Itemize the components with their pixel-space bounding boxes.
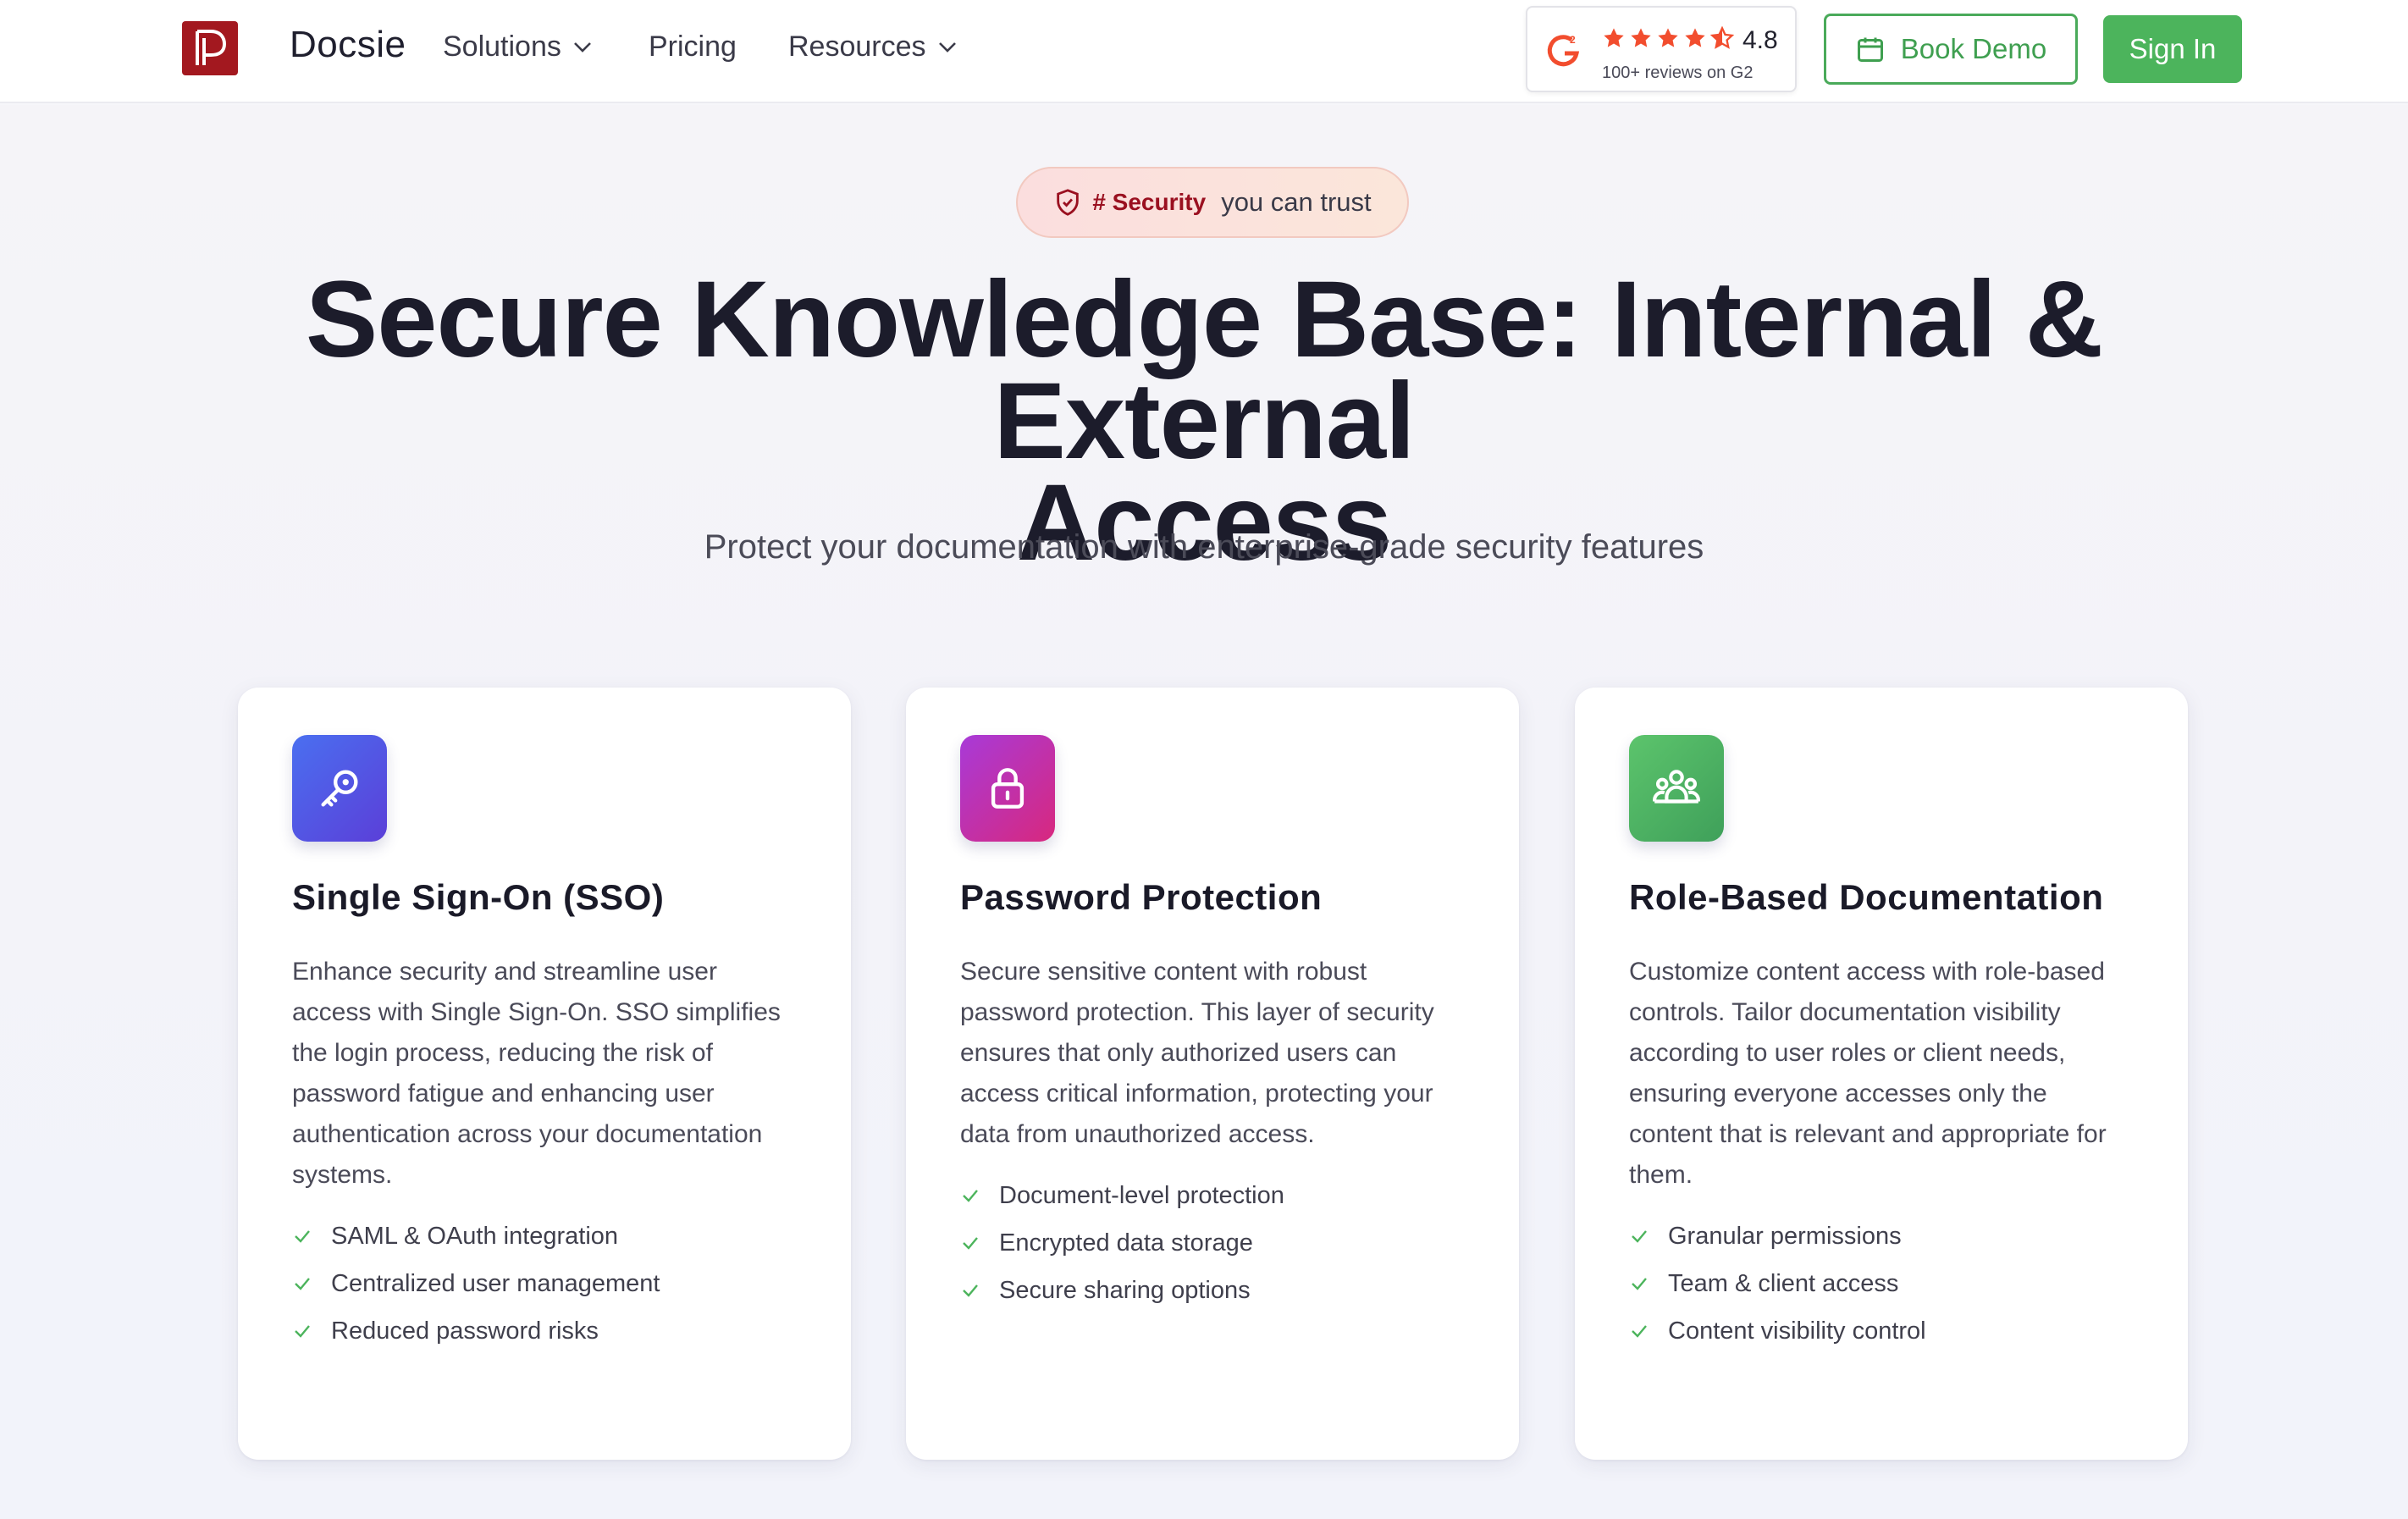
- key-icon: [321, 770, 358, 807]
- nav-pricing-label: Pricing: [649, 30, 737, 63]
- list-item: Encrypted data storage: [960, 1219, 1284, 1267]
- lock-icon: [991, 768, 1025, 809]
- feature-label: Document-level protection: [999, 1181, 1284, 1209]
- feature-list: SAML & OAuth integration Centralized use…: [292, 1212, 660, 1355]
- g2-score: 4.8: [1742, 26, 1778, 54]
- star-half-icon: [1710, 26, 1734, 49]
- shield-check-icon: [1057, 189, 1080, 216]
- g2-reviews: 100+ reviews on G2: [1602, 64, 1754, 82]
- list-item: Team & client access: [1629, 1260, 1926, 1307]
- card-title: Password Protection: [960, 877, 1323, 917]
- lock-icon-tile: [960, 735, 1055, 842]
- check-icon: [295, 1278, 310, 1290]
- book-demo-button[interactable]: Book Demo: [1824, 14, 2078, 85]
- feature-label: SAML & OAuth integration: [331, 1222, 619, 1250]
- feature-label: Content visibility control: [1668, 1317, 1926, 1345]
- feature-label: Granular permissions: [1668, 1222, 1902, 1250]
- list-item: Secure sharing options: [960, 1267, 1284, 1314]
- nav-solutions-label: Solutions: [443, 30, 561, 63]
- nav-solutions[interactable]: Solutions: [443, 30, 592, 64]
- check-icon: [295, 1230, 310, 1243]
- list-item: SAML & OAuth integration: [292, 1212, 660, 1260]
- feature-card-roles: Role-Based Documentation Customize conte…: [1575, 688, 2188, 1460]
- check-icon: [963, 1284, 978, 1297]
- g2-stars: [1602, 26, 1734, 50]
- feature-label: Centralized user management: [331, 1269, 660, 1297]
- star-icon: [1604, 28, 1624, 47]
- feature-label: Encrypted data storage: [999, 1229, 1253, 1257]
- list-item: Document-level protection: [960, 1172, 1284, 1219]
- check-icon: [295, 1325, 310, 1338]
- pill-tag: # Security: [1092, 189, 1207, 215]
- star-icon: [1685, 28, 1705, 47]
- feature-label: Secure sharing options: [999, 1276, 1251, 1304]
- key-icon-tile: [292, 735, 387, 842]
- page-subtitle: Protect your documentation with enterpri…: [704, 528, 1704, 566]
- feature-label: Team & client access: [1668, 1269, 1899, 1297]
- check-icon: [1632, 1230, 1647, 1243]
- check-icon: [1632, 1278, 1647, 1290]
- docsie-logo[interactable]: [182, 21, 238, 75]
- users-icon: [1653, 770, 1700, 804]
- sign-in-button[interactable]: Sign In: [2103, 15, 2242, 83]
- feature-list: Granular permissions Team & client acces…: [1629, 1212, 1926, 1355]
- card-title: Role-Based Documentation: [1629, 877, 2104, 917]
- card-description: Enhance security and streamline user acc…: [292, 958, 781, 1189]
- security-pill: # Security you can trust: [1016, 167, 1409, 238]
- card-description: Customize content access with role-based…: [1629, 958, 2107, 1189]
- feature-card-sso: Single Sign-On (SSO) Enhance security an…: [238, 688, 851, 1460]
- chevron-down-icon: [573, 41, 591, 52]
- feature-card-password: Password Protection Secure sensitive con…: [906, 688, 1519, 1460]
- list-item: Centralized user management: [292, 1260, 660, 1307]
- brand-name[interactable]: Docsie: [290, 24, 406, 66]
- check-icon: [1632, 1325, 1647, 1338]
- nav-resources-label: Resources: [788, 30, 926, 63]
- sign-in-label: Sign In: [2129, 33, 2217, 64]
- list-item: Content visibility control: [1629, 1307, 1926, 1355]
- pill-text: you can trust: [1221, 187, 1372, 217]
- card-description: Secure sensitive content with robust pas…: [960, 958, 1434, 1148]
- feature-label: Reduced password risks: [331, 1317, 599, 1345]
- star-icon: [1631, 28, 1651, 47]
- g2-logo-icon: 2: [1547, 34, 1580, 67]
- card-title: Single Sign-On (SSO): [292, 877, 665, 917]
- users-icon-tile: [1629, 735, 1724, 842]
- check-icon: [963, 1190, 978, 1202]
- star-icon: [1658, 28, 1678, 47]
- svg-text:2: 2: [1570, 34, 1576, 46]
- list-item: Reduced password risks: [292, 1307, 660, 1355]
- page-title-line1: Secure Knowledge Base: Internal & Extern…: [305, 259, 2103, 482]
- calendar-icon: [1857, 37, 1883, 62]
- nav-pricing[interactable]: Pricing: [649, 30, 737, 64]
- book-demo-label: Book Demo: [1900, 33, 2047, 64]
- logo-glyph-icon: [196, 30, 227, 65]
- chevron-down-icon: [938, 41, 956, 52]
- feature-list: Document-level protection Encrypted data…: [960, 1172, 1284, 1314]
- nav-resources[interactable]: Resources: [788, 30, 957, 64]
- list-item: Granular permissions: [1629, 1212, 1926, 1260]
- g2-rating-badge[interactable]: 2 4.8 100+ reviews on G2: [1526, 6, 1797, 92]
- top-navbar: Docsie Solutions Pricing Resources 2 4.8…: [0, 0, 2408, 103]
- check-icon: [963, 1237, 978, 1250]
